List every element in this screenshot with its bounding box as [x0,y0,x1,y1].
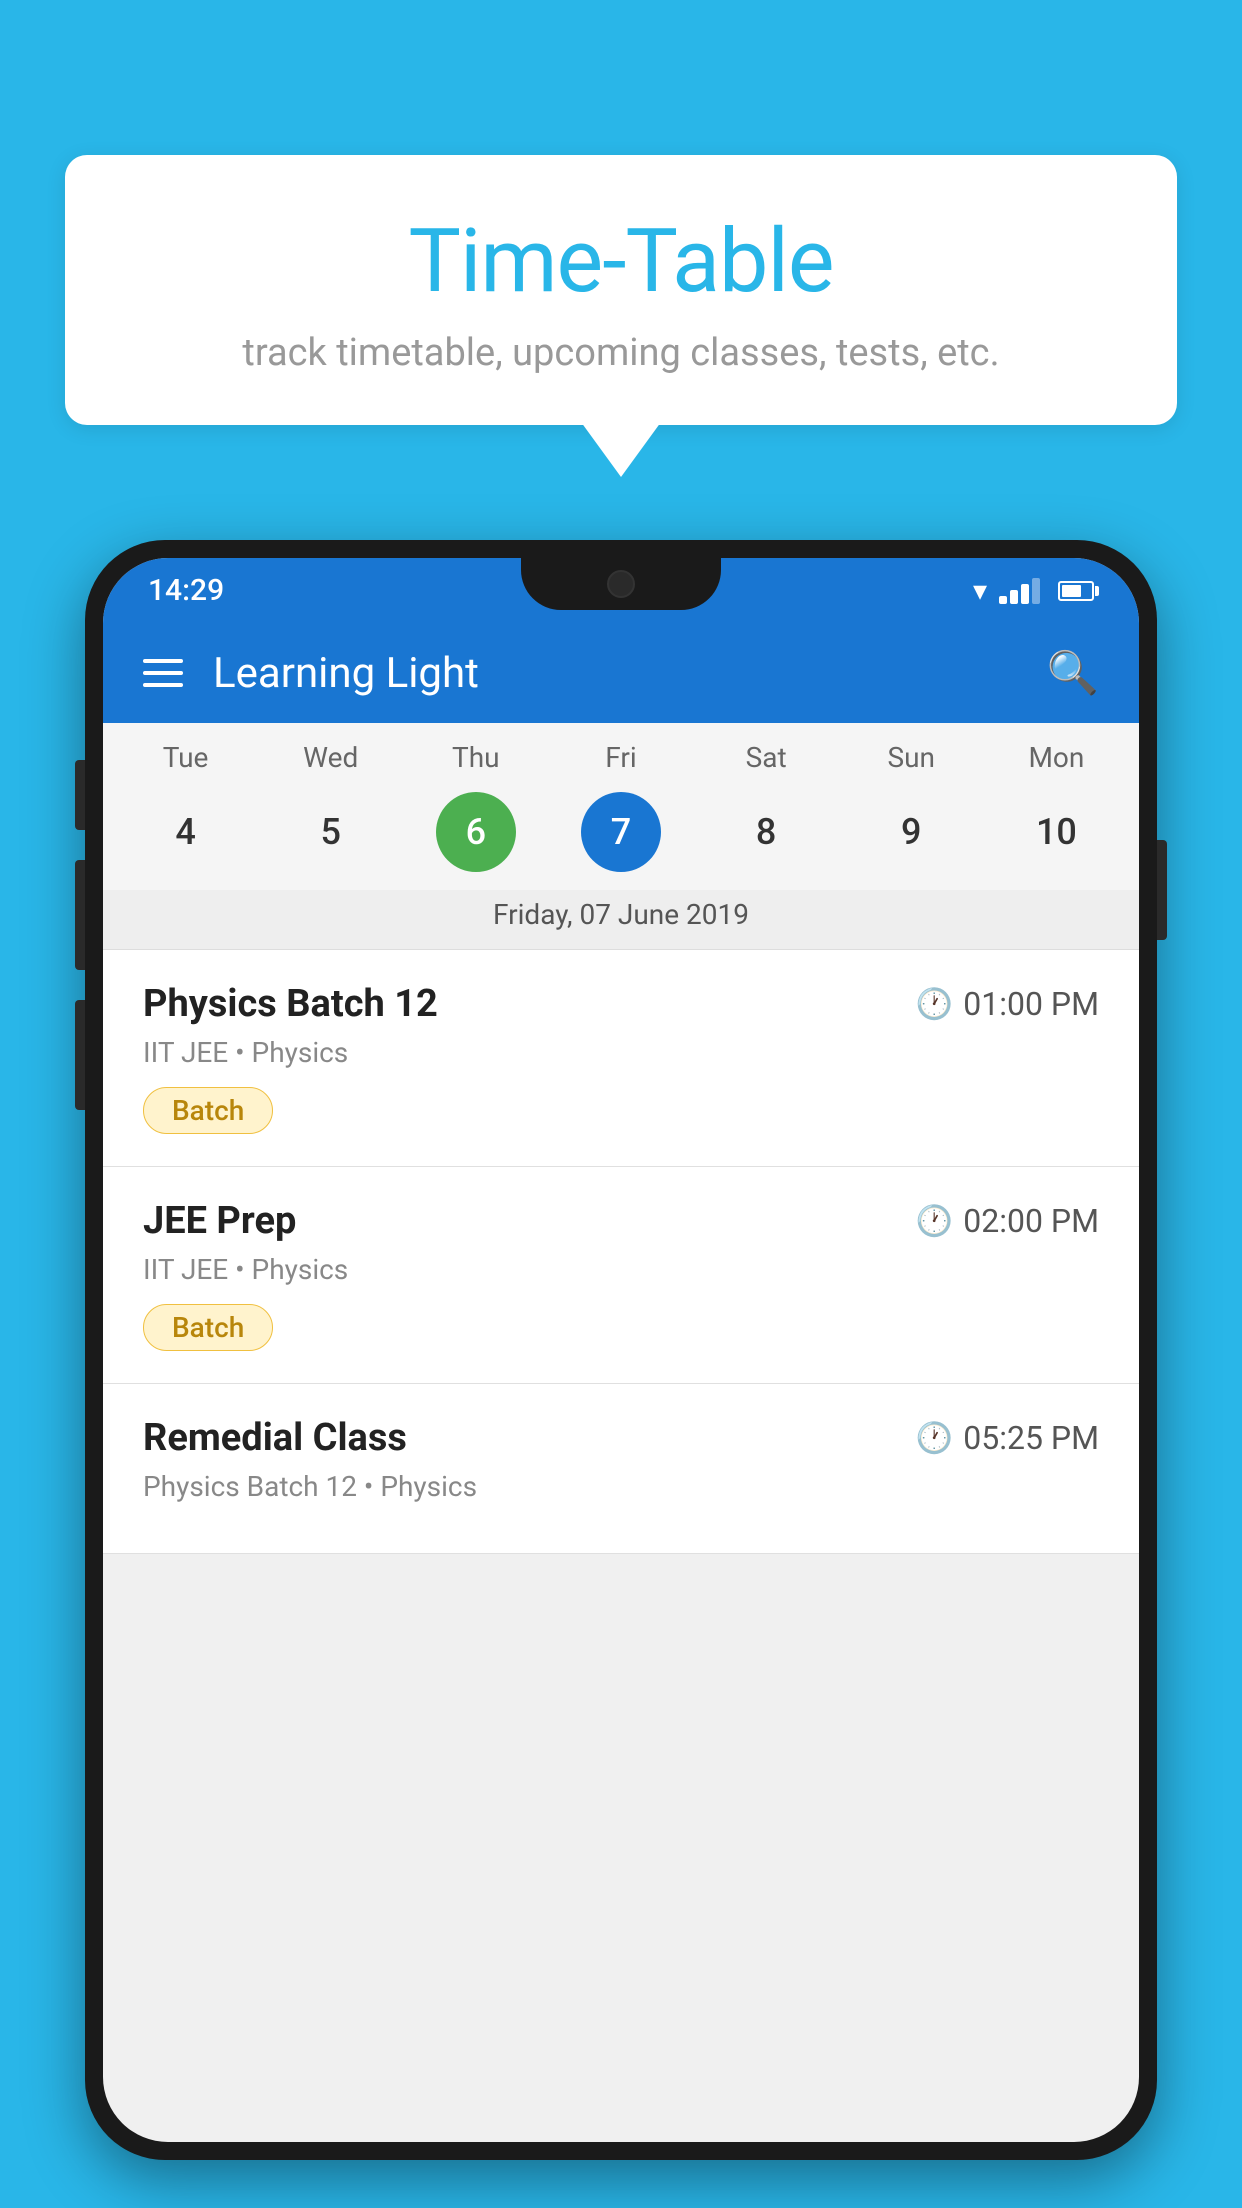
day-header-sun: Sun [861,741,961,774]
class-item-1-header: Physics Batch 12 🕐 01:00 PM [143,982,1099,1026]
calendar-week: Tue Wed Thu Fri Sat Sun Mon 4 5 6 7 8 9 … [103,723,1139,949]
day-6-today[interactable]: 6 [436,792,516,872]
class-time-value-2: 02:00 PM [963,1202,1099,1240]
app-bar-title: Learning Light [213,649,1047,698]
day-header-tue: Tue [136,741,236,774]
selected-date-label: Friday, 07 June 2019 [103,890,1139,949]
class-meta-3: Physics Batch 12 • Physics [143,1470,1099,1503]
class-item-2[interactable]: JEE Prep 🕐 02:00 PM IIT JEE • Physics Ba… [103,1167,1139,1384]
class-item-1[interactable]: Physics Batch 12 🕐 01:00 PM IIT JEE • Ph… [103,950,1139,1167]
day-header-wed: Wed [281,741,381,774]
phone-mockup: 14:29 ▾ [85,540,1157,2208]
class-item-3[interactable]: Remedial Class 🕐 05:25 PM Physics Batch … [103,1384,1139,1554]
volume-down-button [75,1000,85,1110]
phone-frame: 14:29 ▾ [85,540,1157,2160]
batch-badge-2: Batch [143,1304,273,1351]
day-10[interactable]: 10 [1016,792,1096,872]
phone-screen: 14:29 ▾ [103,558,1139,2142]
search-icon[interactable]: 🔍 [1047,649,1099,698]
class-item-2-header: JEE Prep 🕐 02:00 PM [143,1199,1099,1243]
wifi-icon: ▾ [973,574,987,607]
day-headers: Tue Wed Thu Fri Sat Sun Mon [103,741,1139,784]
feature-subtitle: track timetable, upcoming classes, tests… [125,331,1117,375]
clock-icon-1: 🕐 [916,987,953,1022]
class-name-3: Remedial Class [143,1416,407,1460]
clock-icon-2: 🕐 [916,1204,953,1239]
phone-notch [521,558,721,610]
day-header-thu: Thu [426,741,526,774]
feature-title: Time-Table [125,210,1117,313]
day-header-sat: Sat [716,741,816,774]
volume-up-button [75,860,85,970]
class-meta-1: IIT JEE • Physics [143,1036,1099,1069]
status-icons: ▾ [973,574,1094,607]
class-time-2: 🕐 02:00 PM [916,1202,1099,1240]
speech-bubble-container: Time-Table track timetable, upcoming cla… [65,155,1177,425]
class-name-2: JEE Prep [143,1199,296,1243]
batch-badge-1: Batch [143,1087,273,1134]
front-camera [607,570,635,598]
day-5[interactable]: 5 [291,792,371,872]
class-time-value-1: 01:00 PM [963,985,1099,1023]
hamburger-menu-icon[interactable] [143,659,183,687]
signal-icon [999,578,1040,604]
day-header-mon: Mon [1006,741,1106,774]
day-4[interactable]: 4 [146,792,226,872]
class-time-3: 🕐 05:25 PM [916,1419,1099,1457]
speech-bubble: Time-Table track timetable, upcoming cla… [65,155,1177,425]
power-button [1157,840,1167,940]
app-bar: Learning Light 🔍 [103,623,1139,723]
class-time-value-3: 05:25 PM [963,1419,1099,1457]
battery-icon [1058,581,1094,601]
class-list: Physics Batch 12 🕐 01:00 PM IIT JEE • Ph… [103,950,1139,1554]
day-9[interactable]: 9 [871,792,951,872]
class-time-1: 🕐 01:00 PM [916,985,1099,1023]
day-7-selected[interactable]: 7 [581,792,661,872]
day-header-fri: Fri [571,741,671,774]
status-time: 14:29 [148,573,224,608]
day-8[interactable]: 8 [726,792,806,872]
silent-button [75,760,85,830]
day-numbers: 4 5 6 7 8 9 10 [103,784,1139,890]
class-item-3-header: Remedial Class 🕐 05:25 PM [143,1416,1099,1460]
class-meta-2: IIT JEE • Physics [143,1253,1099,1286]
clock-icon-3: 🕐 [916,1421,953,1456]
class-name-1: Physics Batch 12 [143,982,438,1026]
